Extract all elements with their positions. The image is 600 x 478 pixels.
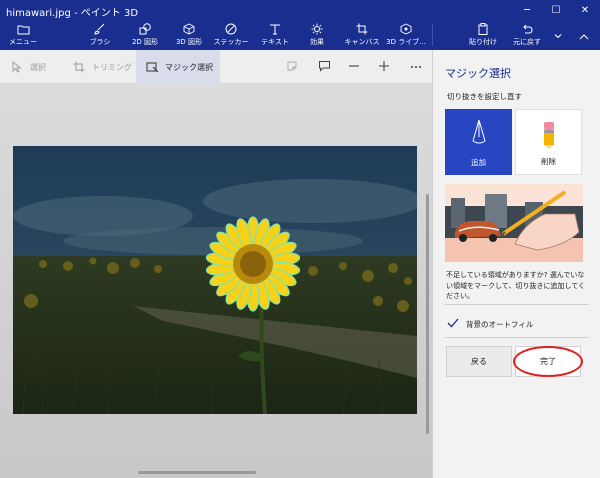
magic-select-panel: マジック選択 切り抜きを設定し直す 追加 削除 不足している領域がありますか? …	[432, 50, 600, 478]
maximize-button[interactable]: ☐	[541, 0, 571, 20]
crop-icon	[72, 60, 86, 74]
divider	[445, 304, 589, 305]
tool-2d-shapes[interactable]: 2D 図形	[128, 20, 162, 50]
tool-text[interactable]: テキスト	[260, 20, 290, 50]
chevron-down-icon	[551, 30, 565, 42]
tool-3d-shapes[interactable]: 3D 図形	[172, 20, 206, 50]
pencil-add-icon	[469, 119, 489, 152]
maximize-icon: ☐	[551, 4, 561, 16]
collapse-ribbon-button[interactable]	[574, 20, 594, 50]
title-bar: himawari.jpg - ペイント 3D ─ ☐ ✕	[0, 0, 600, 20]
shapes-3d-icon	[182, 23, 196, 35]
red-highlight-circle	[513, 346, 583, 377]
more-options-button[interactable]	[401, 50, 431, 84]
remove-mode-label: 削除	[541, 157, 556, 166]
tool-effects-label: 効果	[310, 38, 324, 46]
magic-select-label: マジック選択	[165, 62, 213, 72]
tool-3d-library-label: 3D ライブ...	[386, 38, 426, 46]
sticker-shortcut-button[interactable]	[277, 50, 307, 84]
comment-button[interactable]	[309, 50, 339, 84]
tool-effects[interactable]: 効果	[305, 20, 329, 50]
panel-title: マジック選択	[445, 67, 511, 80]
tool-canvas-label: キャンバス	[344, 38, 380, 46]
zoom-in-button[interactable]	[369, 50, 399, 84]
back-button[interactable]: 戻る	[446, 346, 512, 377]
paste-button[interactable]: 貼り付け	[466, 20, 500, 50]
menu-button[interactable]: メニュー	[9, 20, 37, 50]
ribbon-more-button[interactable]	[551, 20, 565, 50]
comment-icon	[318, 60, 331, 75]
close-icon: ✕	[580, 4, 590, 16]
selection-toolbar: 選択 トリミング マジック選択	[0, 50, 432, 84]
more-icon	[410, 62, 422, 72]
add-mode-button[interactable]: 追加	[445, 109, 512, 175]
undo-button[interactable]: 元に戻す	[510, 20, 544, 50]
undo-label: 元に戻す	[513, 38, 541, 46]
remove-mode-button[interactable]: 削除	[515, 109, 582, 175]
canvas-area[interactable]	[0, 84, 432, 478]
select-tool[interactable]: 選択	[10, 50, 60, 84]
minus-icon	[348, 60, 360, 75]
horizontal-scrollbar[interactable]	[138, 471, 256, 474]
vertical-scrollbar[interactable]	[426, 194, 429, 434]
ribbon-toolbar: メニュー ブラシ 2D 図形 3D 図形 ステッカー テキスト 効果 キャンバス…	[0, 20, 600, 50]
shapes-2d-icon	[138, 23, 152, 35]
tool-stickers[interactable]: ステッカー	[213, 20, 249, 50]
magic-select-icon	[145, 60, 159, 74]
panel-subtitle: 切り抜きを設定し直す	[447, 92, 522, 101]
eraser-icon	[541, 120, 557, 153]
ribbon-divider	[432, 24, 433, 46]
zoom-out-button[interactable]	[339, 50, 369, 84]
tool-brush-label: ブラシ	[89, 38, 111, 46]
help-text: 不足している領域がありますか? 選んでいない領域をマークして、切り抜きに追加して…	[446, 271, 586, 300]
tool-2d-shapes-label: 2D 図形	[131, 38, 159, 46]
canvas-icon	[355, 23, 369, 35]
paste-icon	[476, 23, 490, 35]
divider	[445, 337, 589, 338]
crop-tool-label: トリミング	[92, 62, 132, 72]
undo-icon	[520, 23, 534, 35]
minimize-button[interactable]: ─	[512, 0, 542, 20]
tool-brush[interactable]: ブラシ	[88, 20, 112, 50]
add-mode-label: 追加	[471, 158, 486, 167]
select-tool-label: 選択	[30, 62, 46, 72]
cursor-icon	[10, 60, 24, 74]
close-button[interactable]: ✕	[570, 0, 600, 20]
text-icon	[268, 23, 282, 35]
window-title: himawari.jpg - ペイント 3D	[6, 8, 139, 19]
sticker-shortcut-icon	[286, 60, 298, 75]
minimize-icon: ─	[523, 4, 531, 16]
library-3d-icon	[399, 23, 413, 35]
chevron-up-icon	[577, 30, 591, 42]
autofill-checkbox[interactable]	[447, 317, 459, 329]
paste-label: 貼り付け	[469, 38, 497, 46]
folder-icon	[16, 23, 30, 35]
crop-tool[interactable]: トリミング	[72, 50, 132, 84]
sticker-icon	[224, 23, 238, 35]
tool-3d-library[interactable]: 3D ライブ...	[386, 20, 426, 50]
magic-select-tool[interactable]: マジック選択	[136, 50, 220, 84]
plus-icon	[378, 60, 390, 75]
tool-canvas[interactable]: キャンバス	[344, 20, 380, 50]
effects-icon	[310, 23, 324, 35]
sunflower-photo[interactable]	[13, 146, 417, 414]
tool-3d-shapes-label: 3D 図形	[175, 38, 203, 46]
autofill-label: 背景のオートフィル	[466, 320, 534, 329]
tool-text-label: テキスト	[261, 38, 289, 46]
brush-icon	[93, 23, 107, 35]
menu-label: メニュー	[9, 38, 37, 46]
tool-stickers-label: ステッカー	[213, 38, 249, 46]
tutorial-illustration	[445, 184, 583, 262]
